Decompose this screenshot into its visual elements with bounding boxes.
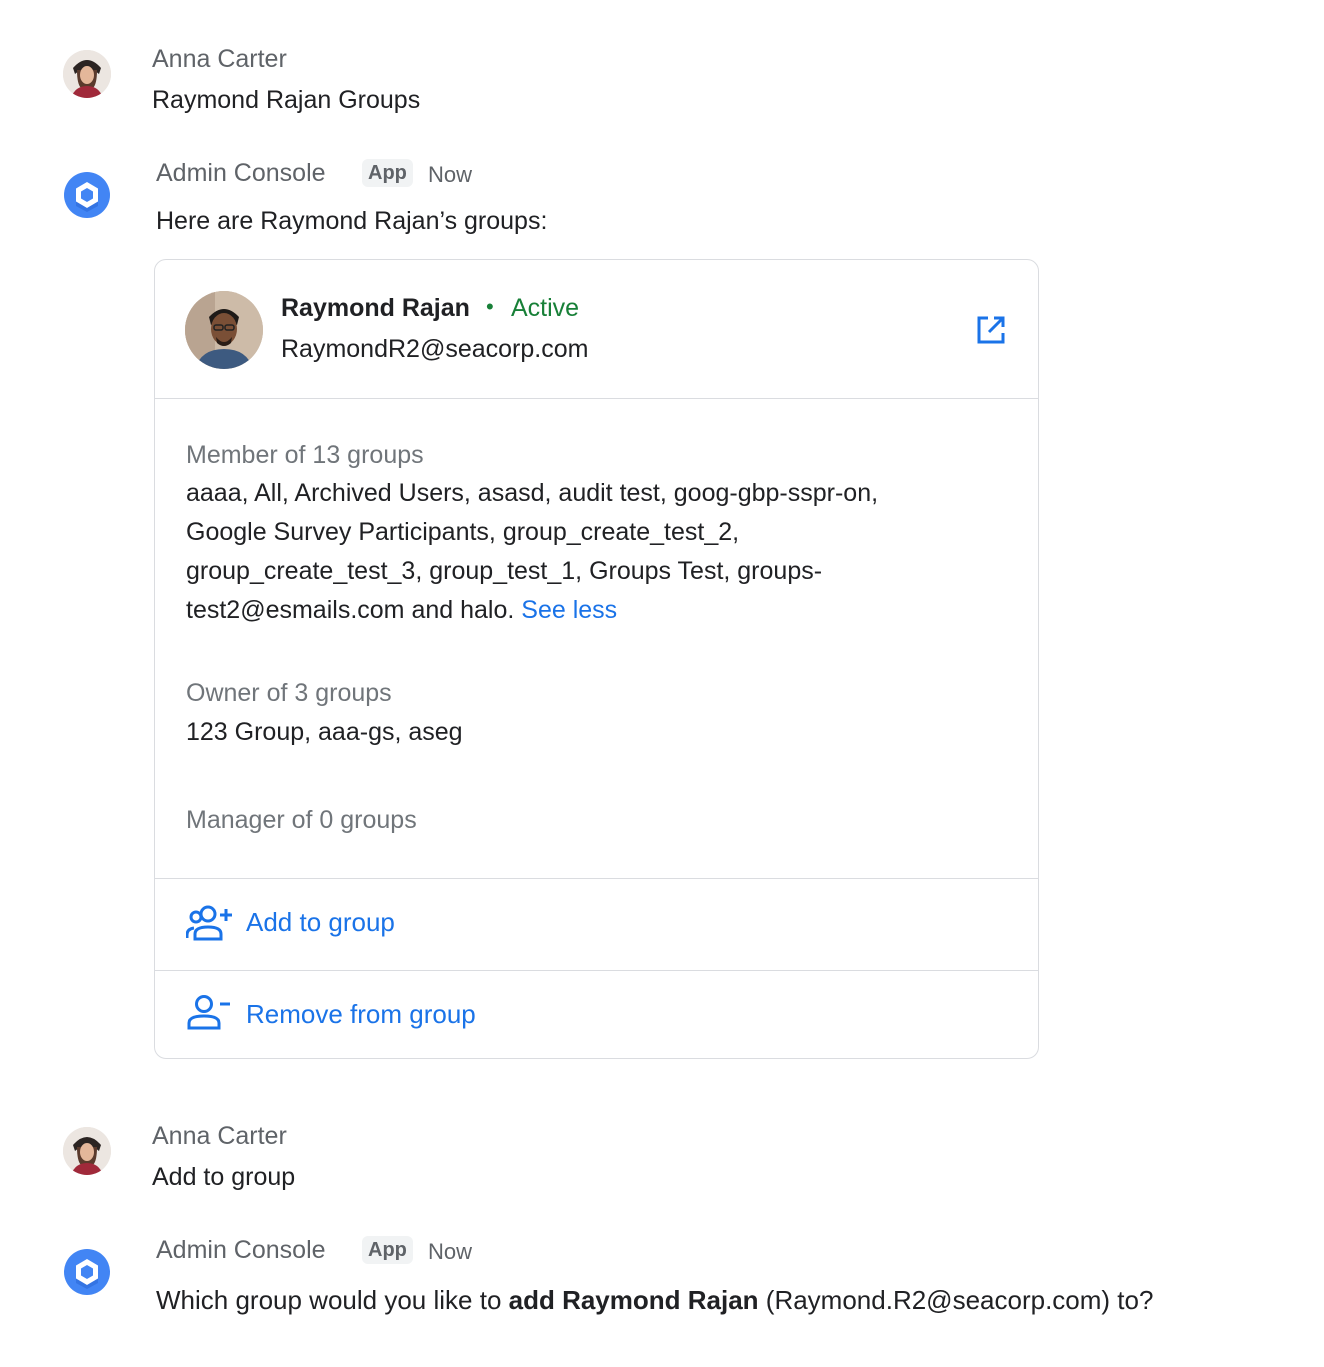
message-text: Here are Raymond Rajan’s groups:: [156, 207, 548, 235]
member-groups-line: test2@esmails.com and halo.: [186, 596, 515, 624]
member-groups-line: aaaa, All, Archived Users, asasd, audit …: [186, 479, 879, 507]
manager-count-label: Manager of 0 groups: [186, 806, 417, 834]
timestamp: Now: [428, 162, 473, 187]
sender-name: Admin Console: [156, 1236, 326, 1264]
message-text: Which group would you like to add Raymon…: [156, 1285, 1153, 1316]
message-text: Add to group: [152, 1163, 296, 1191]
anna-avatar[interactable]: [63, 50, 111, 98]
raymond-avatar[interactable]: [185, 291, 263, 369]
message-text-bold: add Raymond Rajan: [508, 1285, 759, 1315]
message-text: Raymond Rajan Groups: [152, 86, 421, 114]
divider: [155, 398, 1038, 399]
add-to-group-label: Add to group: [246, 907, 395, 937]
status-badge: Active: [511, 294, 580, 322]
user-groups-card: Raymond Rajan • Active RaymondR2@seacorp…: [154, 259, 1039, 1059]
open-in-new-icon[interactable]: [974, 313, 1008, 347]
remove-from-group-button[interactable]: Remove from group: [155, 971, 1038, 1058]
member-groups-line: Google Survey Participants, group_create…: [186, 518, 740, 546]
app-badge: App: [362, 1236, 413, 1264]
remove-from-group-label: Remove from group: [246, 999, 476, 1029]
user-name: Raymond Rajan: [281, 294, 470, 322]
group-add-icon: [185, 903, 236, 943]
owner-groups-list: 123 Group, aaa-gs, aseg: [186, 718, 463, 746]
owner-count-label: Owner of 3 groups: [186, 679, 392, 707]
status-dot: •: [486, 294, 494, 319]
message-text-prefix: Which group would you like to: [156, 1285, 509, 1315]
message-text-suffix: (Raymond.R2@seacorp.com) to?: [758, 1285, 1154, 1315]
add-to-group-button[interactable]: Add to group: [155, 879, 1038, 970]
admin-console-logo-icon[interactable]: [63, 171, 111, 219]
member-count-label: Member of 13 groups: [186, 441, 424, 469]
member-groups-list: aaaa, All, Archived Users, asasd, audit …: [186, 474, 986, 630]
anna-avatar[interactable]: [63, 1127, 111, 1175]
member-groups-line: group_create_test_3, group_test_1, Group…: [186, 557, 823, 585]
sender-name: Anna Carter: [152, 1122, 287, 1150]
app-badge: App: [362, 159, 413, 187]
person-remove-icon: [186, 993, 236, 1033]
timestamp: Now: [428, 1239, 473, 1264]
sender-name: Anna Carter: [152, 45, 287, 73]
member-groups-last-line: test2@esmails.com and halo. See less: [186, 591, 986, 630]
see-less-link[interactable]: See less: [521, 596, 617, 624]
user-email: RaymondR2@seacorp.com: [281, 335, 589, 363]
admin-console-logo-icon[interactable]: [63, 1248, 111, 1296]
sender-name: Admin Console: [156, 159, 326, 187]
